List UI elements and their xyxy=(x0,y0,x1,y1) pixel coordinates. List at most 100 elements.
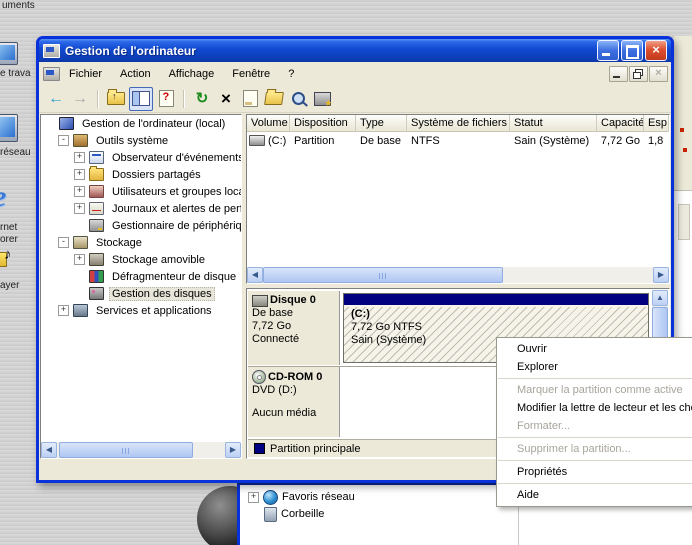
explorer-tree-item-network[interactable]: + Favoris réseau xyxy=(248,489,355,505)
context-menu-item-formater: Formater... xyxy=(497,417,692,435)
cdrom-info-box[interactable]: CD-ROM 0 DVD (D:) Aucun média xyxy=(248,367,340,437)
shared-folders-icon xyxy=(89,168,104,181)
tree-item-device-manager[interactable]: Gestionnaire de périphérique xyxy=(41,217,241,234)
tree-item-system-tools[interactable]: - Outils système xyxy=(41,132,241,149)
refresh-icon: ↻ xyxy=(196,91,209,106)
forward-button[interactable]: → xyxy=(69,88,91,110)
desktop: uments e trava réseau e rnet orer ♪ ayer… xyxy=(0,0,692,545)
open-folder-button[interactable] xyxy=(263,88,285,110)
scroll-left-arrow[interactable]: ◀ xyxy=(41,442,57,458)
close-button[interactable]: × xyxy=(645,40,667,61)
desktop-icon-label: réseau xyxy=(0,147,31,158)
tree-item-disk-defragmenter[interactable]: Défragmenteur de disque xyxy=(41,268,241,285)
properties-icon xyxy=(243,90,258,107)
volume-list-horizontal-scrollbar[interactable]: ◀ ▶ xyxy=(247,267,669,283)
partition-label: (C:) xyxy=(351,308,426,321)
desktop-icon-label: ayer xyxy=(0,280,19,291)
scroll-up-arrow[interactable]: ▲ xyxy=(652,290,668,306)
scrollbar-thumb[interactable] xyxy=(263,267,503,283)
local-users-groups-icon xyxy=(89,185,104,198)
scrollbar-thumb[interactable] xyxy=(59,442,193,458)
maximize-button[interactable] xyxy=(621,40,643,61)
collapse-icon[interactable]: - xyxy=(58,135,69,146)
column-header-disposition[interactable]: Disposition xyxy=(290,115,356,132)
explorer-tree-item-recycle-bin[interactable]: Corbeille xyxy=(262,506,324,522)
context-menu-item-ouvrir[interactable]: Ouvrir xyxy=(497,340,692,358)
column-header-type[interactable]: Type xyxy=(356,115,407,132)
tree-item-event-viewer[interactable]: + Observateur d'événements xyxy=(41,149,241,166)
menu-fichier[interactable]: Fichier xyxy=(60,65,111,83)
expand-icon[interactable]: + xyxy=(74,169,85,180)
forward-icon: → xyxy=(72,91,88,107)
expand-icon[interactable]: + xyxy=(74,186,85,197)
desktop-icon-label: orer xyxy=(0,234,18,245)
tree-item-disk-management[interactable]: Gestion des disques xyxy=(41,285,241,302)
desktop-icon-label-documents[interactable]: uments xyxy=(2,0,35,11)
tree-item-computer-management[interactable]: Gestion de l'ordinateur (local) xyxy=(41,115,241,132)
back-button[interactable]: ← xyxy=(45,88,67,110)
menu-aide[interactable]: ? xyxy=(279,65,303,83)
disk0-info-box[interactable]: Disque 0 De base 7,72 Go Connecté xyxy=(248,291,340,365)
expand-icon[interactable]: + xyxy=(74,254,85,265)
hard-disk-icon xyxy=(252,295,268,307)
up-folder-button[interactable]: ↑ xyxy=(105,88,127,110)
child-minimize-button[interactable] xyxy=(609,66,628,82)
computer-icon xyxy=(59,117,74,130)
context-menu-item-proprietes[interactable]: Propriétés xyxy=(497,463,692,481)
menu-separator xyxy=(498,460,692,461)
tree-item-removable-storage[interactable]: + Stockage amovible xyxy=(41,251,241,268)
minimize-button[interactable] xyxy=(597,40,619,61)
context-menu-item-explorer[interactable]: Explorer xyxy=(497,358,692,376)
column-header-statut[interactable]: Statut xyxy=(510,115,597,132)
context-menu-item-aide[interactable]: Aide xyxy=(497,486,692,504)
collapse-icon[interactable]: - xyxy=(58,237,69,248)
expander-icon[interactable]: + xyxy=(248,492,259,503)
tree-item-shared-folders[interactable]: + Dossiers partagés xyxy=(41,166,241,183)
volume-row-c[interactable]: (C:) Partition De base NTFS Sain (Systèm… xyxy=(247,132,669,149)
menu-fenetre[interactable]: Fenêtre xyxy=(223,65,279,83)
manage-computer-button[interactable] xyxy=(311,88,333,110)
child-close-button[interactable]: × xyxy=(649,66,668,82)
cdrom-icon xyxy=(252,370,266,384)
properties-button[interactable] xyxy=(239,88,261,110)
disk-management-icon xyxy=(89,287,104,300)
view-button[interactable] xyxy=(287,88,309,110)
manage-computer-icon xyxy=(314,92,331,106)
network-globe-icon xyxy=(263,490,278,505)
network-places-icon xyxy=(0,114,18,142)
tree-item-local-users-groups[interactable]: + Utilisateurs et groupes locau xyxy=(41,183,241,200)
help-pages-button[interactable]: ? xyxy=(155,88,177,110)
expand-icon[interactable]: + xyxy=(74,152,85,163)
menu-separator xyxy=(498,483,692,484)
volume-list-pane: Volume Disposition Type Système de fichi… xyxy=(246,114,670,284)
column-header-volume[interactable]: Volume xyxy=(247,115,290,132)
expand-icon[interactable]: + xyxy=(74,203,85,214)
up-folder-icon: ↑ xyxy=(107,92,125,105)
title-bar[interactable]: Gestion de l'ordinateur × xyxy=(39,39,671,62)
scroll-right-arrow[interactable]: ▶ xyxy=(653,267,669,283)
column-header-filesystem[interactable]: Système de fichiers xyxy=(407,115,510,132)
tree-item-storage[interactable]: - Stockage xyxy=(41,234,241,251)
system-tools-icon xyxy=(73,134,88,147)
column-header-capacite[interactable]: Capacité xyxy=(597,115,644,132)
tree-horizontal-scrollbar[interactable]: ◀ ▶ xyxy=(41,442,241,458)
my-computer-icon xyxy=(0,42,18,65)
primary-partition-color-swatch xyxy=(254,443,265,454)
tree-item-services-applications[interactable]: + Services et applications xyxy=(41,302,241,319)
child-restore-button[interactable] xyxy=(629,66,648,82)
performance-logs-icon xyxy=(89,202,104,215)
tree-item-performance-logs[interactable]: + Journaux et alertes de perfo xyxy=(41,200,241,217)
context-menu-item-modifier-lettre[interactable]: Modifier la lettre de lecteur et les che… xyxy=(497,399,692,417)
refresh-button[interactable]: ↻ xyxy=(191,88,213,110)
scroll-right-arrow[interactable]: ▶ xyxy=(225,442,241,458)
expand-icon[interactable]: + xyxy=(58,305,69,316)
menu-affichage[interactable]: Affichage xyxy=(160,65,224,83)
show-hide-console-tree-button[interactable] xyxy=(129,87,153,111)
event-viewer-icon xyxy=(89,151,104,164)
delete-icon: × xyxy=(221,90,231,107)
primary-partition-band xyxy=(344,294,648,307)
delete-button[interactable]: × xyxy=(215,88,237,110)
column-header-espace[interactable]: Esp xyxy=(644,115,669,132)
menu-action[interactable]: Action xyxy=(111,65,160,83)
scroll-left-arrow[interactable]: ◀ xyxy=(247,267,263,283)
